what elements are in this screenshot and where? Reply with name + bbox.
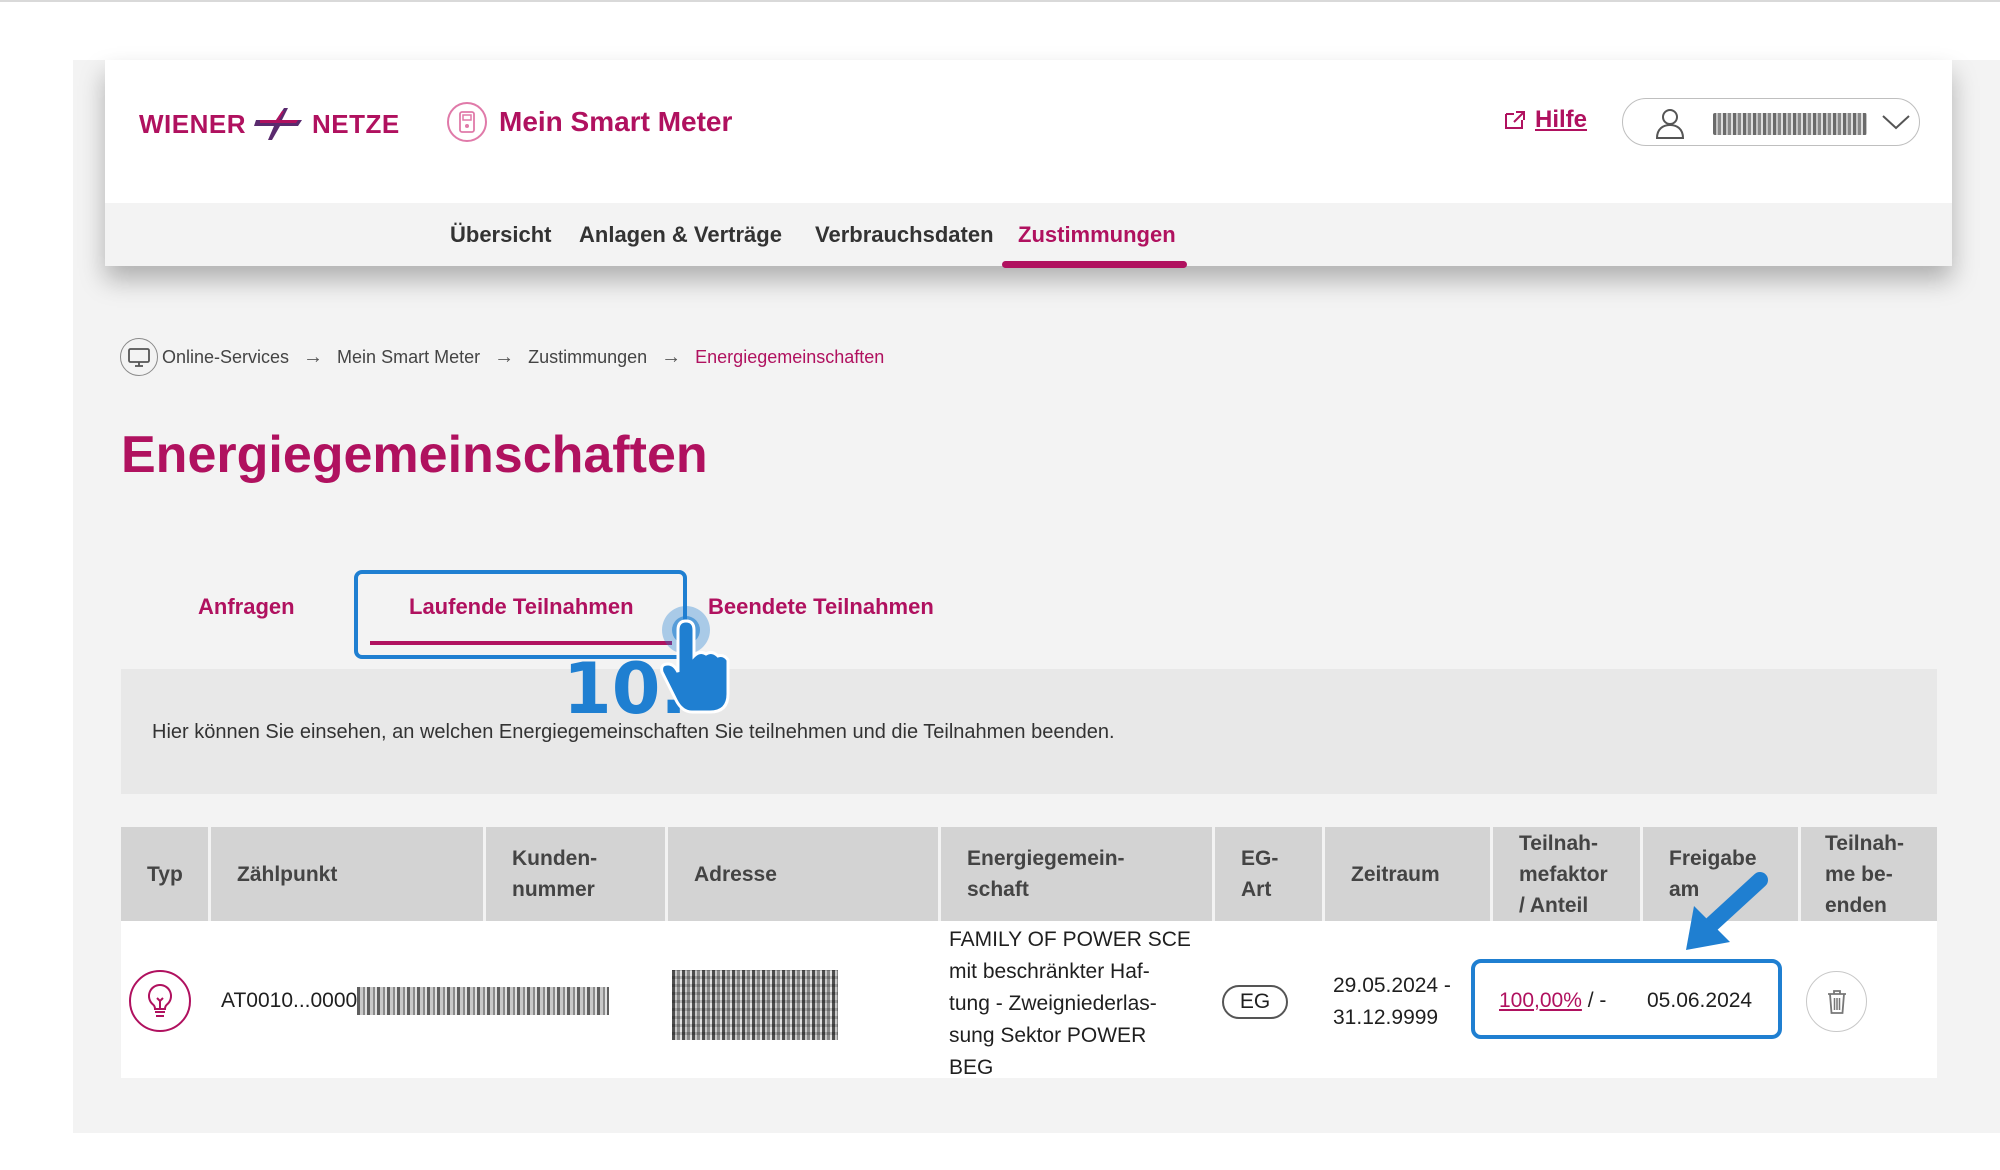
col-header-energiegemeinschaft: Energiegemein-schaft	[941, 827, 1215, 921]
end-participation-button[interactable]	[1806, 971, 1867, 1032]
zaehlpunkt-cell: AT0010...0000	[221, 985, 610, 1017]
period-cell: 29.05.2024 - 31.12.9999	[1333, 974, 1451, 1029]
breadcrumb-mein-smart-meter[interactable]: Mein Smart Meter	[337, 347, 480, 368]
breadcrumb-energiegemeinschaften: Energiegemeinschaften	[695, 346, 885, 367]
col-header-teilnahmefaktor: Teilnah-mefaktor / Anteil	[1493, 827, 1643, 921]
nav-verbrauchsdaten[interactable]: Verbrauchsdaten	[815, 222, 994, 248]
breadcrumb: Online-Services → Mein Smart Meter → Zus…	[120, 338, 884, 376]
wiener-netze-logo[interactable]: WIENER NETZE	[139, 104, 400, 144]
table-header: Typ Zählpunkt Kunden-nummer Adresse Ener…	[121, 827, 1937, 921]
eg-type-badge: EG	[1222, 985, 1288, 1019]
nav-anlagen-vertraege[interactable]: Anlagen & Verträge	[579, 222, 782, 248]
help-label: Hilfe	[1535, 106, 1588, 133]
logo-text-left: WIENER	[139, 108, 246, 139]
nav-zustimmungen[interactable]: Zustimmungen	[1018, 222, 1176, 248]
arrow-right-icon: →	[494, 345, 515, 368]
trash-icon	[1827, 989, 1846, 1014]
nav-uebersicht[interactable]: Übersicht	[450, 222, 551, 248]
external-link-icon	[1505, 111, 1525, 129]
col-header-kundennummer: Kunden-nummer	[486, 827, 668, 921]
pointer-hand-icon	[660, 606, 730, 714]
help-link[interactable]: Hilfe	[1503, 106, 1587, 134]
tutorial-highlight-row	[1471, 959, 1782, 1039]
app-brand[interactable]: Mein Smart Meter	[447, 102, 732, 142]
col-header-zeitraum: Zeitraum	[1325, 827, 1493, 921]
energy-community-cell: FAMILY OF POWER SCE mit beschränkter Haf…	[949, 928, 1191, 1079]
user-menu[interactable]	[1622, 98, 1920, 146]
chevron-down-icon	[1882, 115, 1910, 130]
smart-meter-icon	[447, 102, 487, 142]
nav-active-indicator	[1002, 261, 1187, 268]
site-header: WIENER NETZE Mein Smart Meter Hilfe Über…	[105, 60, 1952, 268]
tab-beendete-teilnahmen[interactable]: Beendete Teilnahmen	[708, 594, 934, 620]
app-title: Mein Smart Meter	[499, 106, 733, 137]
top-divider	[0, 0, 2000, 2]
col-header-zaehlpunkt: Zählpunkt	[211, 827, 486, 921]
user-name-redacted	[1713, 113, 1867, 135]
zaehlpunkt-redacted	[357, 987, 610, 1016]
breadcrumb-online-services[interactable]: Online-Services	[162, 347, 289, 368]
tutorial-highlight-tab	[354, 570, 687, 659]
logo-mark-icon	[254, 108, 302, 140]
lightbulb-icon	[129, 970, 191, 1032]
address-redacted	[672, 970, 838, 1040]
logo-text-right: NETZE	[312, 108, 400, 139]
col-header-typ: Typ	[121, 827, 211, 921]
breadcrumb-zustimmungen[interactable]: Zustimmungen	[528, 347, 647, 368]
home-monitor-icon[interactable]	[120, 338, 158, 376]
annotation-arrow-icon	[1686, 872, 1768, 950]
user-icon	[1655, 109, 1685, 139]
col-header-eg-art: EG- Art	[1215, 827, 1325, 921]
tab-anfragen[interactable]: Anfragen	[198, 594, 295, 620]
info-box: Hier können Sie einsehen, an welchen Ene…	[121, 669, 1937, 794]
col-header-adresse: Adresse	[668, 827, 941, 921]
col-header-teilnahme-beenden: Teilnah-me be-enden	[1825, 831, 1904, 917]
page-title: Energiegemeinschaften	[121, 426, 708, 484]
main-nav: Übersicht Anlagen & Verträge Verbrauchsd…	[105, 203, 1952, 268]
table-row: AT0010...0000 FAMILY OF POWER SCE mit be…	[121, 921, 1937, 1079]
arrow-right-icon: →	[303, 345, 324, 368]
arrow-right-icon: →	[661, 345, 682, 368]
